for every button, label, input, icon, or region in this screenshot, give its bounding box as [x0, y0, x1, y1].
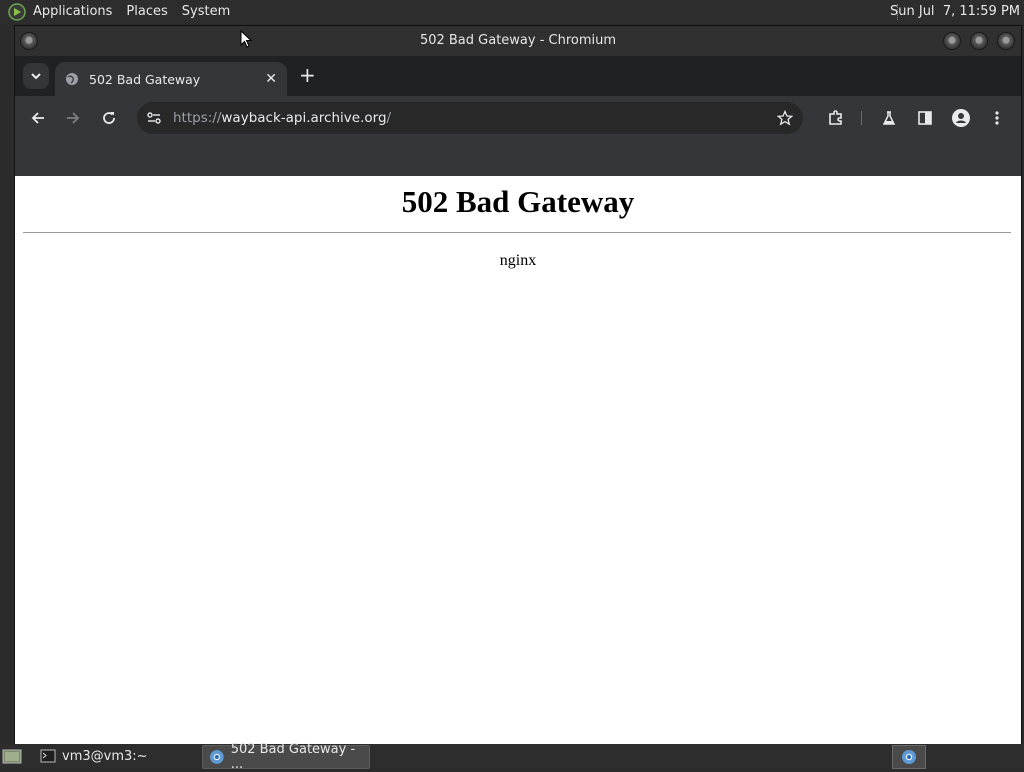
flask-icon: [882, 111, 896, 125]
system-menu[interactable]: System: [175, 0, 237, 24]
task-browser[interactable]: 502 Bad Gateway - ...: [202, 742, 370, 772]
mouse-cursor-icon: [240, 30, 252, 48]
show-desktop-icon[interactable]: [2, 747, 22, 765]
reload-icon: [103, 112, 115, 124]
task-terminal[interactable]: vm3@vm3:~: [34, 745, 198, 767]
url-host: wayback-api.archive.org: [221, 110, 387, 126]
top-panel: Applications Places System Sun Jul 7, 11…: [0, 0, 1024, 24]
clock[interactable]: Sun Jul 7, 11:59 PM: [890, 0, 1020, 24]
window-title: 502 Bad Gateway - Chromium: [419, 33, 617, 48]
minimize-button[interactable]: [943, 32, 961, 50]
tab-close-icon[interactable]: ✕: [265, 71, 277, 87]
extensions-button[interactable]: [825, 107, 847, 129]
profile-button[interactable]: [950, 107, 972, 129]
server-name: nginx: [499, 252, 537, 269]
menu-button[interactable]: [986, 107, 1008, 129]
window-titlebar[interactable]: 502 Bad Gateway - Chromium: [15, 26, 1021, 56]
side-panel-icon: [918, 111, 932, 125]
taskbar: vm3@vm3:~ 502 Bad Gateway - ...: [0, 742, 1024, 772]
browser-window: 502 Bad Gateway - Chromium 502 Bad Gatew…: [14, 25, 1022, 745]
applications-menu[interactable]: Applications: [26, 0, 119, 24]
url-scheme: https://: [173, 110, 222, 126]
tab-strip: 502 Bad Gateway ✕ +: [15, 56, 1021, 96]
url-text[interactable]: https://wayback-api.archive.org/: [173, 102, 391, 134]
tab-active[interactable]: 502 Bad Gateway ✕: [55, 62, 287, 96]
tab-search-button[interactable]: [23, 63, 49, 89]
address-bar[interactable]: https://wayback-api.archive.org/: [137, 102, 803, 134]
labs-button[interactable]: [878, 107, 900, 129]
star-icon[interactable]: [777, 110, 793, 126]
error-heading: 502 Bad Gateway: [401, 184, 635, 219]
page-content: 502 Bad Gateway nginx: [15, 176, 1021, 744]
panel-menu: Applications Places System: [0, 0, 237, 24]
forward-button[interactable]: [62, 107, 84, 129]
toolbar-divider: [861, 111, 862, 125]
url-path: /: [386, 110, 392, 126]
browser-toolbar: https://wayback-api.archive.org/: [15, 96, 1021, 140]
tab-title: 502 Bad Gateway: [89, 71, 201, 87]
terminal-icon: [40, 749, 56, 763]
chevron-down-icon: [31, 73, 41, 80]
window-menu-button[interactable]: [20, 32, 38, 50]
distro-logo-icon[interactable]: [8, 3, 26, 21]
chromium-tray-icon: [902, 750, 916, 764]
arrow-right-icon: [67, 112, 80, 124]
task-terminal-label: vm3@vm3:~: [62, 748, 148, 764]
site-settings-icon[interactable]: [146, 110, 162, 126]
back-button[interactable]: [27, 107, 49, 129]
workspace-switcher[interactable]: [892, 745, 926, 769]
chromium-icon: [209, 750, 224, 764]
close-window-button[interactable]: [997, 32, 1015, 50]
bookmarks-bar: [15, 140, 1021, 176]
reload-button[interactable]: [98, 107, 120, 129]
globe-icon: [66, 73, 78, 85]
more-vert-icon: [995, 111, 999, 125]
profile-icon: [952, 109, 970, 127]
divider: [23, 232, 1011, 233]
maximize-button[interactable]: [970, 32, 988, 50]
puzzle-icon: [829, 110, 842, 125]
places-menu[interactable]: Places: [119, 0, 174, 24]
arrow-left-icon: [31, 112, 44, 124]
new-tab-button[interactable]: +: [299, 65, 316, 85]
side-panel-button[interactable]: [914, 107, 936, 129]
